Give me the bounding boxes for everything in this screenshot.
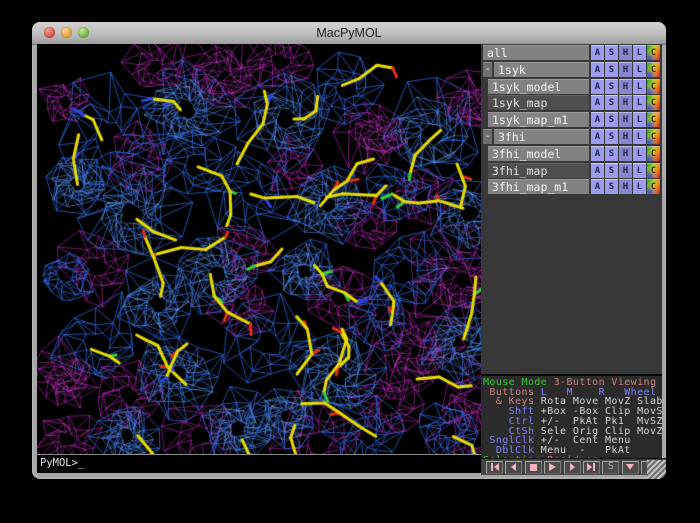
object-row: 3fhi_modelASHLC bbox=[483, 146, 660, 161]
object-name[interactable]: 3fhi_map_m1 bbox=[488, 179, 589, 194]
action-button-c[interactable]: C bbox=[647, 45, 660, 60]
object-name[interactable]: 3fhi_map bbox=[488, 163, 589, 178]
macpymol-window: MacPyMOL PyMOL>_ allASHLC-1sykASHLC1syk_… bbox=[32, 22, 666, 479]
go-to-start-button[interactable] bbox=[486, 461, 503, 474]
action-button-a[interactable]: A bbox=[591, 45, 604, 60]
action-button-l[interactable]: L bbox=[633, 62, 646, 77]
action-button-c[interactable]: C bbox=[647, 179, 660, 194]
molecule-density-canvas[interactable] bbox=[37, 44, 481, 454]
action-button-l[interactable]: L bbox=[633, 129, 646, 144]
collapse-toggle[interactable]: - bbox=[483, 62, 492, 77]
action-button-c[interactable]: C bbox=[647, 146, 660, 161]
viewport-3d[interactable] bbox=[37, 44, 481, 454]
command-prompt[interactable]: PyMOL>_ bbox=[37, 455, 481, 472]
step-back-button[interactable] bbox=[505, 461, 522, 474]
action-button-h[interactable]: H bbox=[619, 179, 632, 194]
action-button-a[interactable]: A bbox=[591, 95, 604, 110]
action-button-h[interactable]: H bbox=[619, 62, 632, 77]
collapse-toggle[interactable]: - bbox=[483, 129, 492, 144]
action-button-l[interactable]: L bbox=[633, 45, 646, 60]
action-button-l[interactable]: L bbox=[633, 112, 646, 127]
object-name[interactable]: 3fhi bbox=[494, 129, 589, 144]
object-name[interactable]: all bbox=[483, 45, 589, 60]
action-button-s[interactable]: S bbox=[605, 95, 618, 110]
action-button-h[interactable]: H bbox=[619, 129, 632, 144]
playback-bar: SF bbox=[481, 458, 666, 475]
action-button-h[interactable]: H bbox=[619, 95, 632, 110]
object-row: 3fhi_mapASHLC bbox=[483, 163, 660, 178]
mouse-mode-panel: Mouse Mode 3-Button Viewing Buttons L M … bbox=[481, 374, 662, 458]
action-button-l[interactable]: L bbox=[633, 95, 646, 110]
action-button-a[interactable]: A bbox=[591, 62, 604, 77]
menu-down-button[interactable] bbox=[622, 461, 639, 474]
object-row: 1syk_map_m1ASHLC bbox=[483, 112, 660, 127]
action-button-c[interactable]: C bbox=[647, 163, 660, 178]
object-name[interactable]: 1syk_model bbox=[488, 79, 589, 94]
action-button-c[interactable]: C bbox=[647, 79, 660, 94]
go-to-end-button[interactable] bbox=[583, 461, 600, 474]
action-button-h[interactable]: H bbox=[619, 45, 632, 60]
right-panel: allASHLC-1sykASHLC1syk_modelASHLC1syk_ma… bbox=[481, 44, 662, 472]
action-button-h[interactable]: H bbox=[619, 112, 632, 127]
action-button-s[interactable]: S bbox=[605, 112, 618, 127]
play-button[interactable] bbox=[544, 461, 561, 474]
action-button-a[interactable]: A bbox=[591, 112, 604, 127]
screen: MacPyMOL PyMOL>_ allASHLC-1sykASHLC1syk_… bbox=[0, 0, 700, 523]
object-name[interactable]: 1syk bbox=[494, 62, 589, 77]
action-button-c[interactable]: C bbox=[647, 112, 660, 127]
action-button-s[interactable]: S bbox=[605, 79, 618, 94]
action-button-a[interactable]: A bbox=[591, 129, 604, 144]
action-button-a[interactable]: A bbox=[591, 146, 604, 161]
object-row: 1syk_mapASHLC bbox=[483, 95, 660, 110]
action-button-s[interactable]: S bbox=[605, 45, 618, 60]
action-button-s[interactable]: S bbox=[605, 179, 618, 194]
action-button-c[interactable]: C bbox=[647, 62, 660, 77]
object-name[interactable]: 3fhi_model bbox=[488, 146, 589, 161]
action-button-s[interactable]: S bbox=[605, 62, 618, 77]
action-button-s[interactable]: S bbox=[605, 129, 618, 144]
action-button-l[interactable]: L bbox=[633, 163, 646, 178]
object-row: -3fhiASHLC bbox=[483, 129, 660, 144]
stop-button[interactable] bbox=[525, 461, 542, 474]
action-button-c[interactable]: C bbox=[647, 129, 660, 144]
object-list: allASHLC-1sykASHLC1syk_modelASHLC1syk_ma… bbox=[481, 44, 662, 194]
resize-grip[interactable] bbox=[647, 460, 666, 479]
title-bar[interactable]: MacPyMOL bbox=[32, 22, 666, 45]
command-line[interactable]: PyMOL>_ bbox=[37, 454, 481, 473]
scene-button[interactable]: S bbox=[602, 461, 619, 474]
step-forward-button[interactable] bbox=[564, 461, 581, 474]
action-button-l[interactable]: L bbox=[633, 79, 646, 94]
action-button-h[interactable]: H bbox=[619, 146, 632, 161]
action-button-s[interactable]: S bbox=[605, 146, 618, 161]
object-name[interactable]: 1syk_map bbox=[488, 95, 589, 110]
action-button-h[interactable]: H bbox=[619, 79, 632, 94]
action-button-l[interactable]: L bbox=[633, 146, 646, 161]
action-button-h[interactable]: H bbox=[619, 163, 632, 178]
object-row: 1syk_modelASHLC bbox=[483, 79, 660, 94]
action-button-a[interactable]: A bbox=[591, 163, 604, 178]
object-row: 3fhi_map_m1ASHLC bbox=[483, 179, 660, 194]
action-button-a[interactable]: A bbox=[591, 179, 604, 194]
object-name[interactable]: 1syk_map_m1 bbox=[488, 112, 589, 127]
window-title: MacPyMOL bbox=[32, 26, 666, 40]
object-row: allASHLC bbox=[483, 45, 660, 60]
action-button-l[interactable]: L bbox=[633, 179, 646, 194]
action-button-s[interactable]: S bbox=[605, 163, 618, 178]
action-button-c[interactable]: C bbox=[647, 95, 660, 110]
action-button-a[interactable]: A bbox=[591, 79, 604, 94]
object-row: -1sykASHLC bbox=[483, 62, 660, 77]
